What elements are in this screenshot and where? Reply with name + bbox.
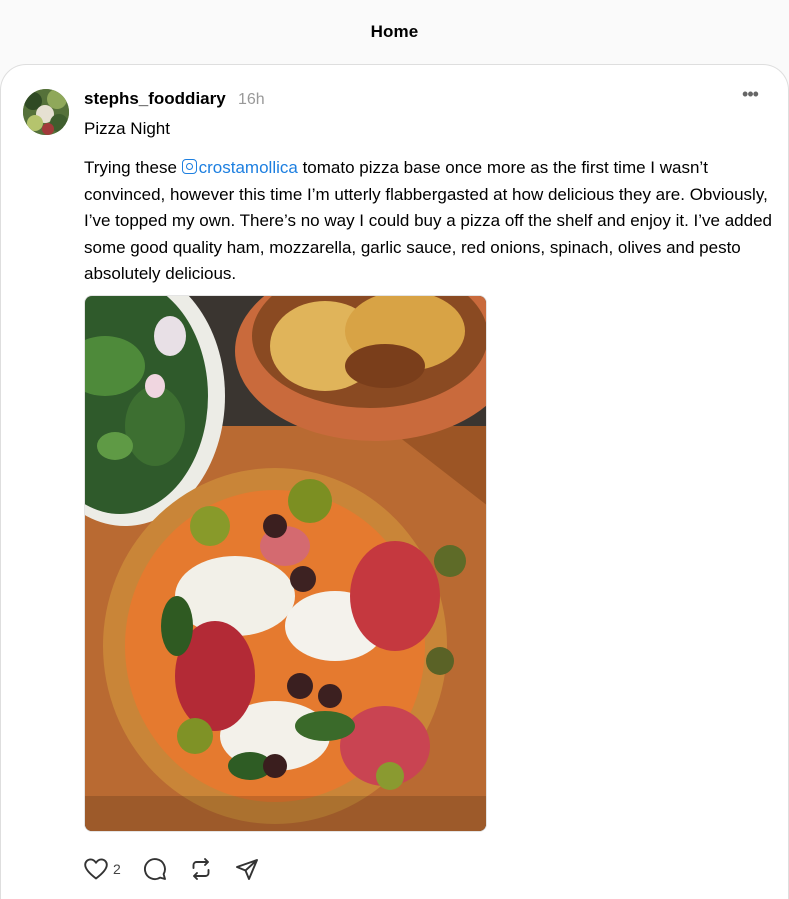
- more-icon[interactable]: •••: [739, 85, 761, 107]
- mention-link[interactable]: crostamollica: [181, 158, 298, 177]
- post-actions: 2: [84, 855, 281, 883]
- like-count: 2: [113, 861, 121, 877]
- comment-icon: [143, 858, 166, 881]
- username[interactable]: stephs_fooddiary: [84, 89, 226, 109]
- instagram-icon: [181, 159, 197, 174]
- like-button[interactable]: 2: [84, 858, 121, 880]
- post-photo[interactable]: [84, 295, 487, 832]
- reply-button[interactable]: [143, 857, 167, 881]
- post-card: stephs_fooddiary 16h ••• Pizza Night Try…: [0, 64, 789, 899]
- repost-button[interactable]: [189, 857, 213, 881]
- post-time: 16h: [238, 91, 265, 108]
- page-title: Home: [370, 22, 419, 41]
- top-bar: Home: [0, 0, 789, 64]
- repost-icon: [192, 858, 210, 880]
- share-button[interactable]: [235, 857, 259, 881]
- post-body-start: Trying these: [84, 158, 182, 177]
- avatar[interactable]: [23, 89, 69, 135]
- avatar-image: [23, 89, 69, 135]
- mention-handle: crostamollica: [198, 158, 298, 177]
- heart-icon: [84, 858, 108, 880]
- send-icon: [235, 859, 258, 880]
- post-headline: Pizza Night: [84, 119, 170, 138]
- post-body: Trying these crostamollica tomato pizza …: [84, 155, 774, 288]
- pizza-photo: [85, 296, 486, 831]
